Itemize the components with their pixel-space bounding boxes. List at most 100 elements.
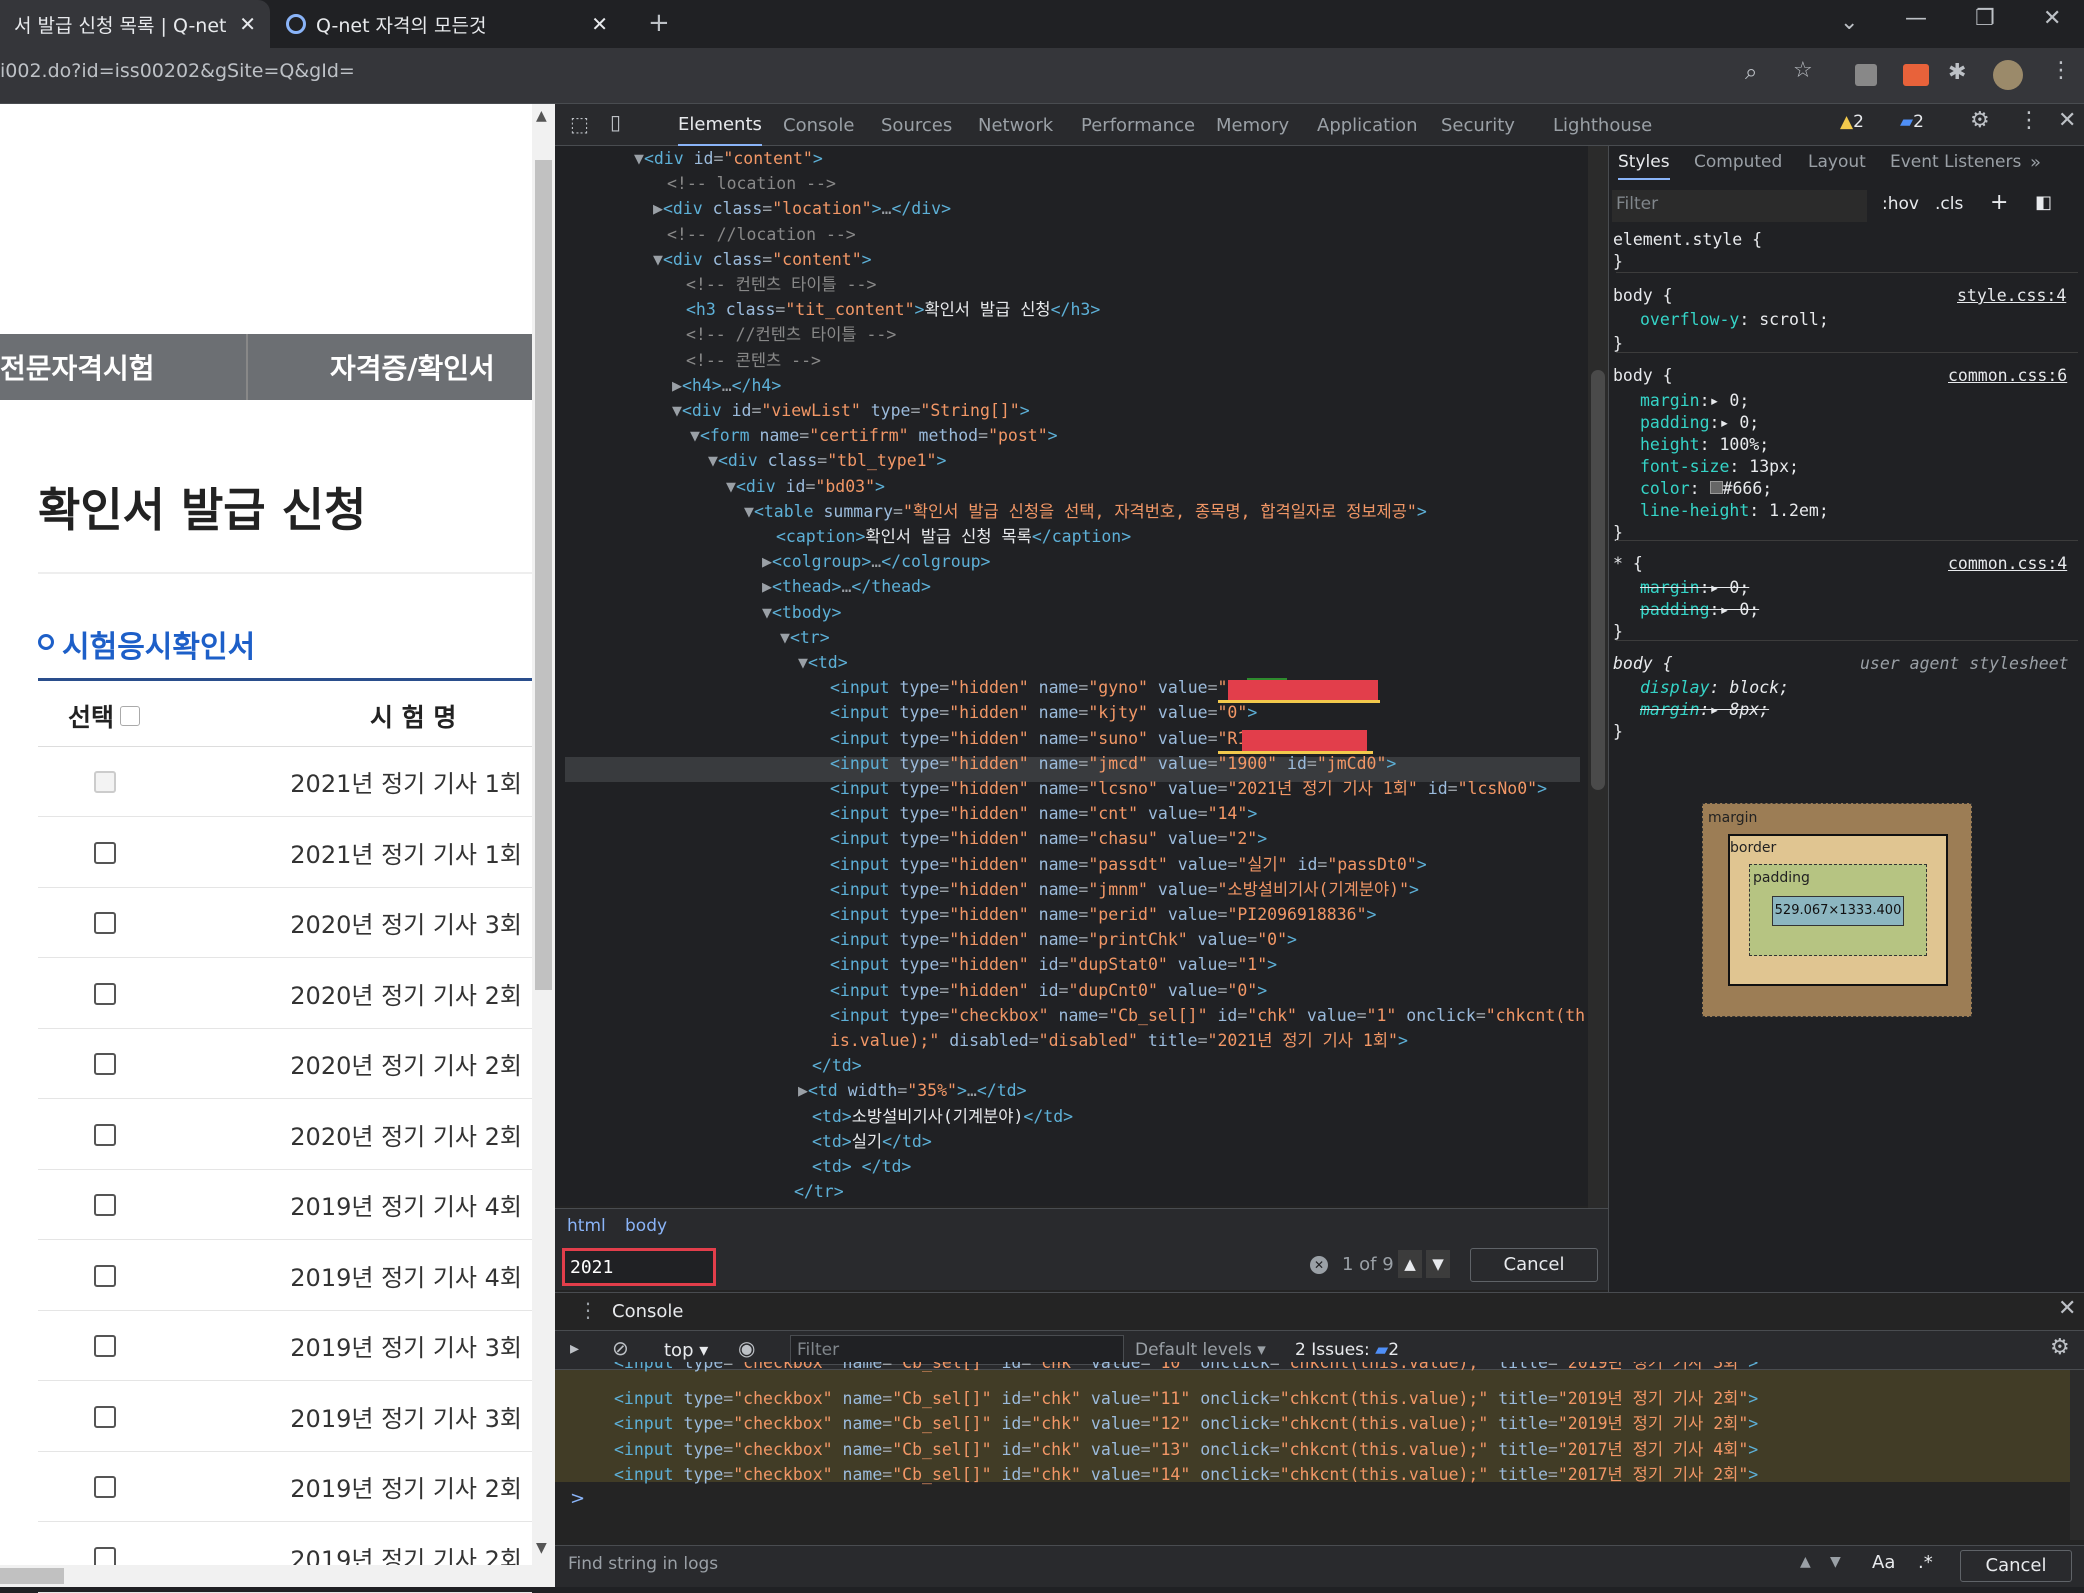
hov-toggle[interactable]: :hov <box>1882 194 1919 214</box>
dom-node-line[interactable]: <!-- 콘텐츠 --> <box>686 348 821 373</box>
tab-network[interactable]: Network <box>978 104 1053 146</box>
find-prev-icon[interactable]: ▲ <box>1800 1554 1811 1570</box>
console-prompt[interactable]: > <box>570 1488 585 1509</box>
horizontal-scrollbar-thumb[interactable] <box>0 1568 64 1584</box>
dom-node-line[interactable]: <input type="hidden" name="jmnm" value="… <box>830 877 1419 902</box>
css-rule-line[interactable]: * { <box>1613 554 1643 573</box>
css-rule-line[interactable]: user agent stylesheet <box>1860 654 2069 673</box>
close-icon[interactable]: ✕ <box>239 12 256 36</box>
styles-tab-styles[interactable]: Styles <box>1618 152 1670 180</box>
inspect-icon[interactable]: ⬚ <box>570 112 589 136</box>
css-rule-line[interactable]: color: #666; <box>1640 479 1772 498</box>
dom-node-line[interactable]: ▼<div class="tbl_type1"> <box>708 448 946 473</box>
css-rule-line[interactable]: } <box>1613 722 1623 741</box>
css-rule-line[interactable]: } <box>1613 334 1623 353</box>
elements-scrollbar-thumb[interactable] <box>1591 370 1605 790</box>
css-rule-line[interactable]: common.css:4 <box>1948 554 2067 573</box>
crumb-html[interactable]: html <box>567 1216 606 1236</box>
close-devtools-icon[interactable]: ✕ <box>2058 108 2076 133</box>
puzzle-icon[interactable]: ✱ <box>1948 60 1966 85</box>
crumb-body[interactable]: body <box>625 1216 667 1236</box>
row-checkbox[interactable] <box>94 982 116 1005</box>
dom-node-line[interactable]: ▶<div class="location">…</div> <box>653 196 951 221</box>
dom-node-line[interactable]: <!-- //컨텐츠 타이틀 --> <box>686 322 896 347</box>
dom-node-line[interactable]: <input type="hidden" name="chasu" value=… <box>830 826 1267 851</box>
console-log-line[interactable]: <input type="checkbox" name="Cb_sel[]" i… <box>614 1462 1758 1487</box>
css-rule-line[interactable]: margin:▸ 0; <box>1640 391 1749 410</box>
more-icon[interactable]: ⋮ <box>2018 108 2040 133</box>
find-next-icon[interactable]: ▼ <box>1830 1554 1841 1570</box>
drawer-menu-icon[interactable]: ⋮ <box>578 1298 598 1322</box>
find-cancel-button[interactable]: Cancel <box>1960 1550 2072 1582</box>
row-checkbox[interactable] <box>94 912 116 934</box>
horizontal-scrollbar[interactable] <box>0 1565 532 1587</box>
extension-ex-icon[interactable] <box>1903 64 1929 86</box>
clear-search-icon[interactable]: ✕ <box>1310 1256 1328 1274</box>
tab-active[interactable]: 서 발급 신청 목록 | Q-net ✕ <box>0 0 270 48</box>
css-rule-line[interactable]: } <box>1613 252 1623 271</box>
console-log-line[interactable]: <input type="checkbox" name="Cb_sel[]" i… <box>614 1362 1758 1372</box>
styles-tab-computed[interactable]: Computed <box>1694 152 1782 172</box>
search-next-icon[interactable]: ▼ <box>1426 1250 1450 1278</box>
row-checkbox[interactable] <box>94 1053 116 1075</box>
dom-node-line[interactable]: <td>소방설비기사(기계분야)</td> <box>812 1104 1073 1129</box>
dom-node-line[interactable]: </td> <box>812 1053 862 1078</box>
row-checkbox[interactable] <box>94 1123 116 1146</box>
css-rule-line[interactable]: margin:▸ 0; <box>1640 578 1749 597</box>
css-rule-line[interactable]: padding:▸ 0; <box>1640 600 1759 619</box>
css-rule-line[interactable]: } <box>1613 622 1623 641</box>
dom-node-line[interactable]: ▼<div id="content"> <box>634 146 823 171</box>
menu-icon[interactable]: ⋮ <box>2050 58 2072 83</box>
tab-memory[interactable]: Memory <box>1216 104 1289 146</box>
css-rule-line[interactable]: body { <box>1613 286 1673 305</box>
tab-lighthouse[interactable]: Lighthouse <box>1553 104 1652 146</box>
minimize-icon[interactable]: — <box>1905 6 1927 31</box>
styles-tab-layout[interactable]: Layout <box>1808 152 1866 172</box>
css-rule-line[interactable]: height: 100%; <box>1640 435 1769 454</box>
styles-tab-event-listeners[interactable]: Event Listeners <box>1890 152 2021 172</box>
url-text[interactable]: i002.do?id=iss00202&gSite=Q&gId= <box>0 60 355 82</box>
dom-node-line[interactable]: </tr> <box>794 1179 844 1204</box>
avatar[interactable] <box>1993 60 2023 90</box>
dom-node-line[interactable]: <td> </td> <box>812 1154 911 1179</box>
dom-node-line[interactable]: <input type="checkbox" name="Cb_sel[]" i… <box>830 1003 1585 1028</box>
dom-node-line[interactable]: ▼<tbody> <box>762 600 841 625</box>
row-checkbox[interactable] <box>94 1405 116 1428</box>
dom-node-line[interactable]: <input type="hidden" name="kjty" value="… <box>830 700 1257 725</box>
css-rule-line[interactable]: style.css:4 <box>1957 286 2066 305</box>
dom-node-line[interactable]: <input type="hidden" id="dupStat0" value… <box>830 952 1277 977</box>
console-settings-icon[interactable]: ⚙ <box>2050 1335 2070 1360</box>
css-rule-line[interactable]: common.css:6 <box>1948 366 2067 385</box>
dom-node-line[interactable]: ▼<div id="bd03"> <box>726 474 885 499</box>
css-rule-line[interactable]: margin:▸ 8px; <box>1640 700 1769 719</box>
tab-performance[interactable]: Performance <box>1081 104 1195 146</box>
dom-node-line[interactable]: ▼<div id="viewList" type="String[]"> <box>672 398 1030 423</box>
tab-console[interactable]: Console <box>783 104 854 146</box>
css-rule-line[interactable]: line-height: 1.2em; <box>1640 501 1829 520</box>
dom-node-line[interactable]: <!-- location --> <box>667 171 836 196</box>
dom-node-line[interactable]: <!-- //location --> <box>667 222 856 247</box>
bookmark-star-icon[interactable]: ☆ <box>1793 58 1813 83</box>
dom-node-line[interactable]: ▼<table summary="확인서 발급 신청을 선택, 자격번호, 종목… <box>744 499 1427 524</box>
regex-toggle[interactable]: .* <box>1918 1552 1933 1573</box>
dom-node-line[interactable]: <input type="hidden" name="printChk" val… <box>830 927 1297 952</box>
dom-node-line[interactable]: ▼<form name="certifrm" method="post"> <box>690 423 1058 448</box>
page-scrollbar-thumb[interactable] <box>535 160 552 990</box>
computed-sidebar-icon[interactable]: ◧ <box>2035 192 2052 213</box>
scroll-down-icon[interactable]: ▼ <box>536 1540 547 1556</box>
dom-node-line[interactable]: ▼<tr> <box>780 625 830 650</box>
zoom-icon[interactable]: ⌕ <box>1745 60 1757 85</box>
match-case-toggle[interactable]: Aa <box>1872 1552 1895 1573</box>
css-rule-line[interactable]: body { <box>1613 654 1673 673</box>
context-select[interactable]: top ▾ <box>664 1340 708 1361</box>
dom-node-line[interactable]: <!-- 컨텐츠 타이틀 --> <box>686 272 876 297</box>
dom-node-line[interactable]: is.value);" disabled="disabled" title="2… <box>830 1028 1408 1053</box>
dom-node-line[interactable]: ▶<colgroup>…</colgroup> <box>762 549 991 574</box>
dom-node-line[interactable]: <input type="hidden" name="suno" value="… <box>830 726 1287 751</box>
new-rule-icon[interactable]: + <box>1990 190 2008 215</box>
select-all-checkbox[interactable] <box>120 706 140 726</box>
live-expression-eye-icon[interactable]: ◉ <box>738 1336 755 1360</box>
css-rule-line[interactable]: display: block; <box>1640 678 1789 697</box>
dom-node-line[interactable]: ▶<td width="35%">…</td> <box>798 1078 1027 1103</box>
css-rule-line[interactable]: padding:▸ 0; <box>1640 413 1759 432</box>
